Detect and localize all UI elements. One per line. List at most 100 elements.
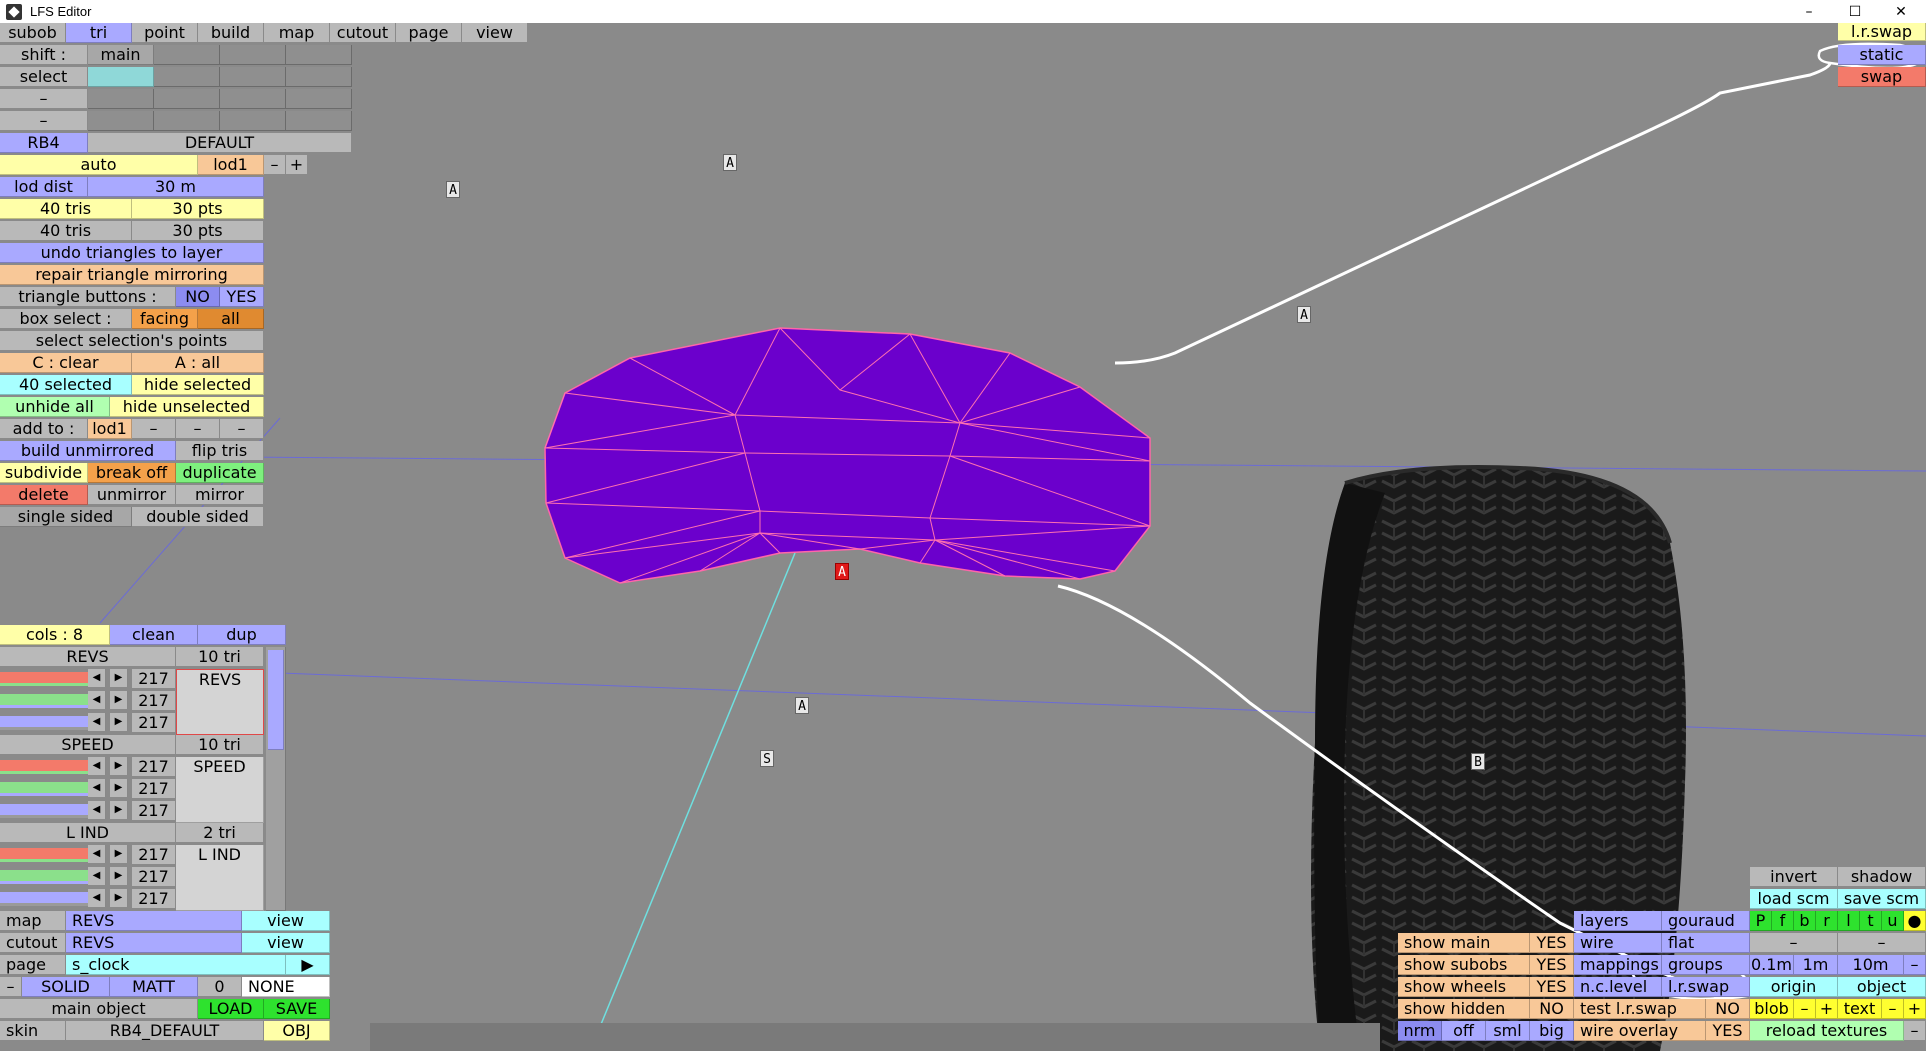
view-dir-t-button[interactable]: t: [1860, 911, 1882, 931]
color-group-name[interactable]: REVS: [0, 647, 176, 667]
lod1-button[interactable]: lod1: [198, 155, 264, 175]
material-value[interactable]: 0: [198, 977, 242, 997]
increment-arrow-icon[interactable]: ▶: [110, 713, 128, 731]
show-hidden-no[interactable]: NO: [1530, 999, 1574, 1019]
nc-level-button[interactable]: n.c.level: [1574, 977, 1662, 997]
increment-arrow-icon[interactable]: ▶: [110, 801, 128, 819]
increment-arrow-icon[interactable]: ▶: [110, 669, 128, 687]
page-play-button[interactable]: ▶: [286, 955, 330, 975]
slot[interactable]: [286, 89, 352, 109]
select-slot[interactable]: [220, 67, 286, 87]
color-channel-value[interactable]: 217: [132, 713, 176, 733]
view-dir-r-button[interactable]: r: [1816, 911, 1838, 931]
reload-textures-button[interactable]: reload textures: [1750, 1021, 1904, 1041]
save-button[interactable]: SAVE: [264, 999, 330, 1019]
shadow-button[interactable]: shadow: [1838, 867, 1926, 887]
view-dir-P-button[interactable]: P: [1750, 911, 1772, 931]
add-to-slot[interactable]: –: [132, 419, 176, 439]
color-channel-value[interactable]: 217: [132, 867, 176, 887]
color-swatch-preview[interactable]: SPEED: [176, 757, 264, 823]
clear-selection-button[interactable]: C : clear: [0, 353, 132, 373]
slot[interactable]: [154, 89, 220, 109]
repair-mirroring-button[interactable]: repair triangle mirroring: [0, 265, 264, 285]
unhide-all-button[interactable]: unhide all: [0, 397, 110, 417]
maximize-button[interactable]: ☐: [1832, 0, 1878, 23]
show-wheels-yes[interactable]: YES: [1530, 977, 1574, 997]
dist-slot[interactable]: –: [1750, 933, 1838, 953]
add-to-slot[interactable]: –: [220, 419, 264, 439]
dist-10m[interactable]: 10m: [1838, 955, 1904, 975]
color-channel-slider[interactable]: [0, 804, 88, 818]
clean-button[interactable]: clean: [110, 625, 198, 645]
minimize-button[interactable]: –: [1786, 0, 1832, 23]
increment-arrow-icon[interactable]: ▶: [110, 691, 128, 709]
mappings-button[interactable]: mappings: [1574, 955, 1662, 975]
single-sided-button[interactable]: single sided: [0, 507, 132, 527]
decrement-arrow-icon[interactable]: ◀: [88, 669, 106, 687]
undo-triangles-button[interactable]: undo triangles to layer: [0, 243, 264, 263]
color-channel-slider[interactable]: [0, 760, 88, 774]
view-dir-l-button[interactable]: l: [1838, 911, 1860, 931]
dist-slot[interactable]: –: [1838, 933, 1926, 953]
add-to-slot[interactable]: –: [176, 419, 220, 439]
map-view-button[interactable]: view: [242, 911, 330, 931]
shift-main[interactable]: main: [88, 45, 154, 65]
load-button[interactable]: LOAD: [198, 999, 264, 1019]
size-big[interactable]: big: [1530, 1021, 1574, 1041]
menu-map[interactable]: map: [264, 23, 330, 43]
select-slot[interactable]: [154, 67, 220, 87]
unmirror-button[interactable]: unmirror: [88, 485, 176, 505]
color-channel-slider[interactable]: [0, 694, 88, 708]
color-channel-slider[interactable]: [0, 672, 88, 686]
select-all-button[interactable]: A : all: [132, 353, 264, 373]
color-channel-value[interactable]: 217: [132, 691, 176, 711]
add-to-lod1[interactable]: lod1: [88, 419, 132, 439]
flat-button[interactable]: flat: [1662, 933, 1750, 953]
view-dir-u-button[interactable]: u: [1882, 911, 1904, 931]
obj-button[interactable]: OBJ: [264, 1021, 330, 1041]
dist-minus[interactable]: –: [1904, 955, 1926, 975]
hide-unselected-button[interactable]: hide unselected: [110, 397, 264, 417]
build-unmirrored-button[interactable]: build unmirrored: [0, 441, 176, 461]
lod-minus-button[interactable]: –: [264, 155, 286, 175]
size-sml[interactable]: sml: [1486, 1021, 1530, 1041]
double-sided-button[interactable]: double sided: [132, 507, 264, 527]
menu-page[interactable]: page: [396, 23, 462, 43]
increment-arrow-icon[interactable]: ▶: [110, 889, 128, 907]
decrement-arrow-icon[interactable]: ◀: [88, 779, 106, 797]
text-button[interactable]: text: [1838, 999, 1882, 1019]
tri-buttons-no[interactable]: NO: [176, 287, 220, 307]
swap-button[interactable]: swap: [1838, 67, 1926, 87]
text-plus[interactable]: +: [1904, 999, 1926, 1019]
dist-0-1m[interactable]: 0.1m: [1750, 955, 1794, 975]
slot[interactable]: [88, 89, 154, 109]
3d-viewport[interactable]: A A A A A S B: [0, 23, 1926, 1051]
cutout-view-button[interactable]: view: [242, 933, 330, 953]
menu-subob[interactable]: subob: [0, 23, 66, 43]
blob-plus[interactable]: +: [1816, 999, 1838, 1019]
increment-arrow-icon[interactable]: ▶: [110, 867, 128, 885]
color-channel-value[interactable]: 217: [132, 779, 176, 799]
slot[interactable]: [220, 89, 286, 109]
select-points-button[interactable]: select selection's points: [0, 331, 264, 351]
slot[interactable]: [88, 111, 154, 131]
solid-button[interactable]: SOLID: [22, 977, 110, 997]
skin-default-button[interactable]: DEFAULT: [88, 133, 352, 153]
color-channel-slider[interactable]: [0, 848, 88, 862]
selected-mesh[interactable]: [544, 327, 1151, 584]
decrement-arrow-icon[interactable]: ◀: [88, 889, 106, 907]
page-value[interactable]: s_clock: [66, 955, 286, 975]
menu-tri[interactable]: tri: [66, 23, 132, 43]
dup-button[interactable]: dup: [198, 625, 286, 645]
view-dir-b-button[interactable]: b: [1794, 911, 1816, 931]
color-list-scroll-thumb[interactable]: [268, 650, 284, 750]
select-slot[interactable]: [286, 67, 352, 87]
color-channel-value[interactable]: 217: [132, 669, 176, 689]
increment-arrow-icon[interactable]: ▶: [110, 845, 128, 863]
color-channel-value[interactable]: 217: [132, 801, 176, 821]
static-button[interactable]: static: [1838, 45, 1926, 65]
decrement-arrow-icon[interactable]: ◀: [88, 757, 106, 775]
increment-arrow-icon[interactable]: ▶: [110, 757, 128, 775]
slot[interactable]: [286, 111, 352, 131]
skin-value[interactable]: RB4_DEFAULT: [66, 1021, 264, 1041]
